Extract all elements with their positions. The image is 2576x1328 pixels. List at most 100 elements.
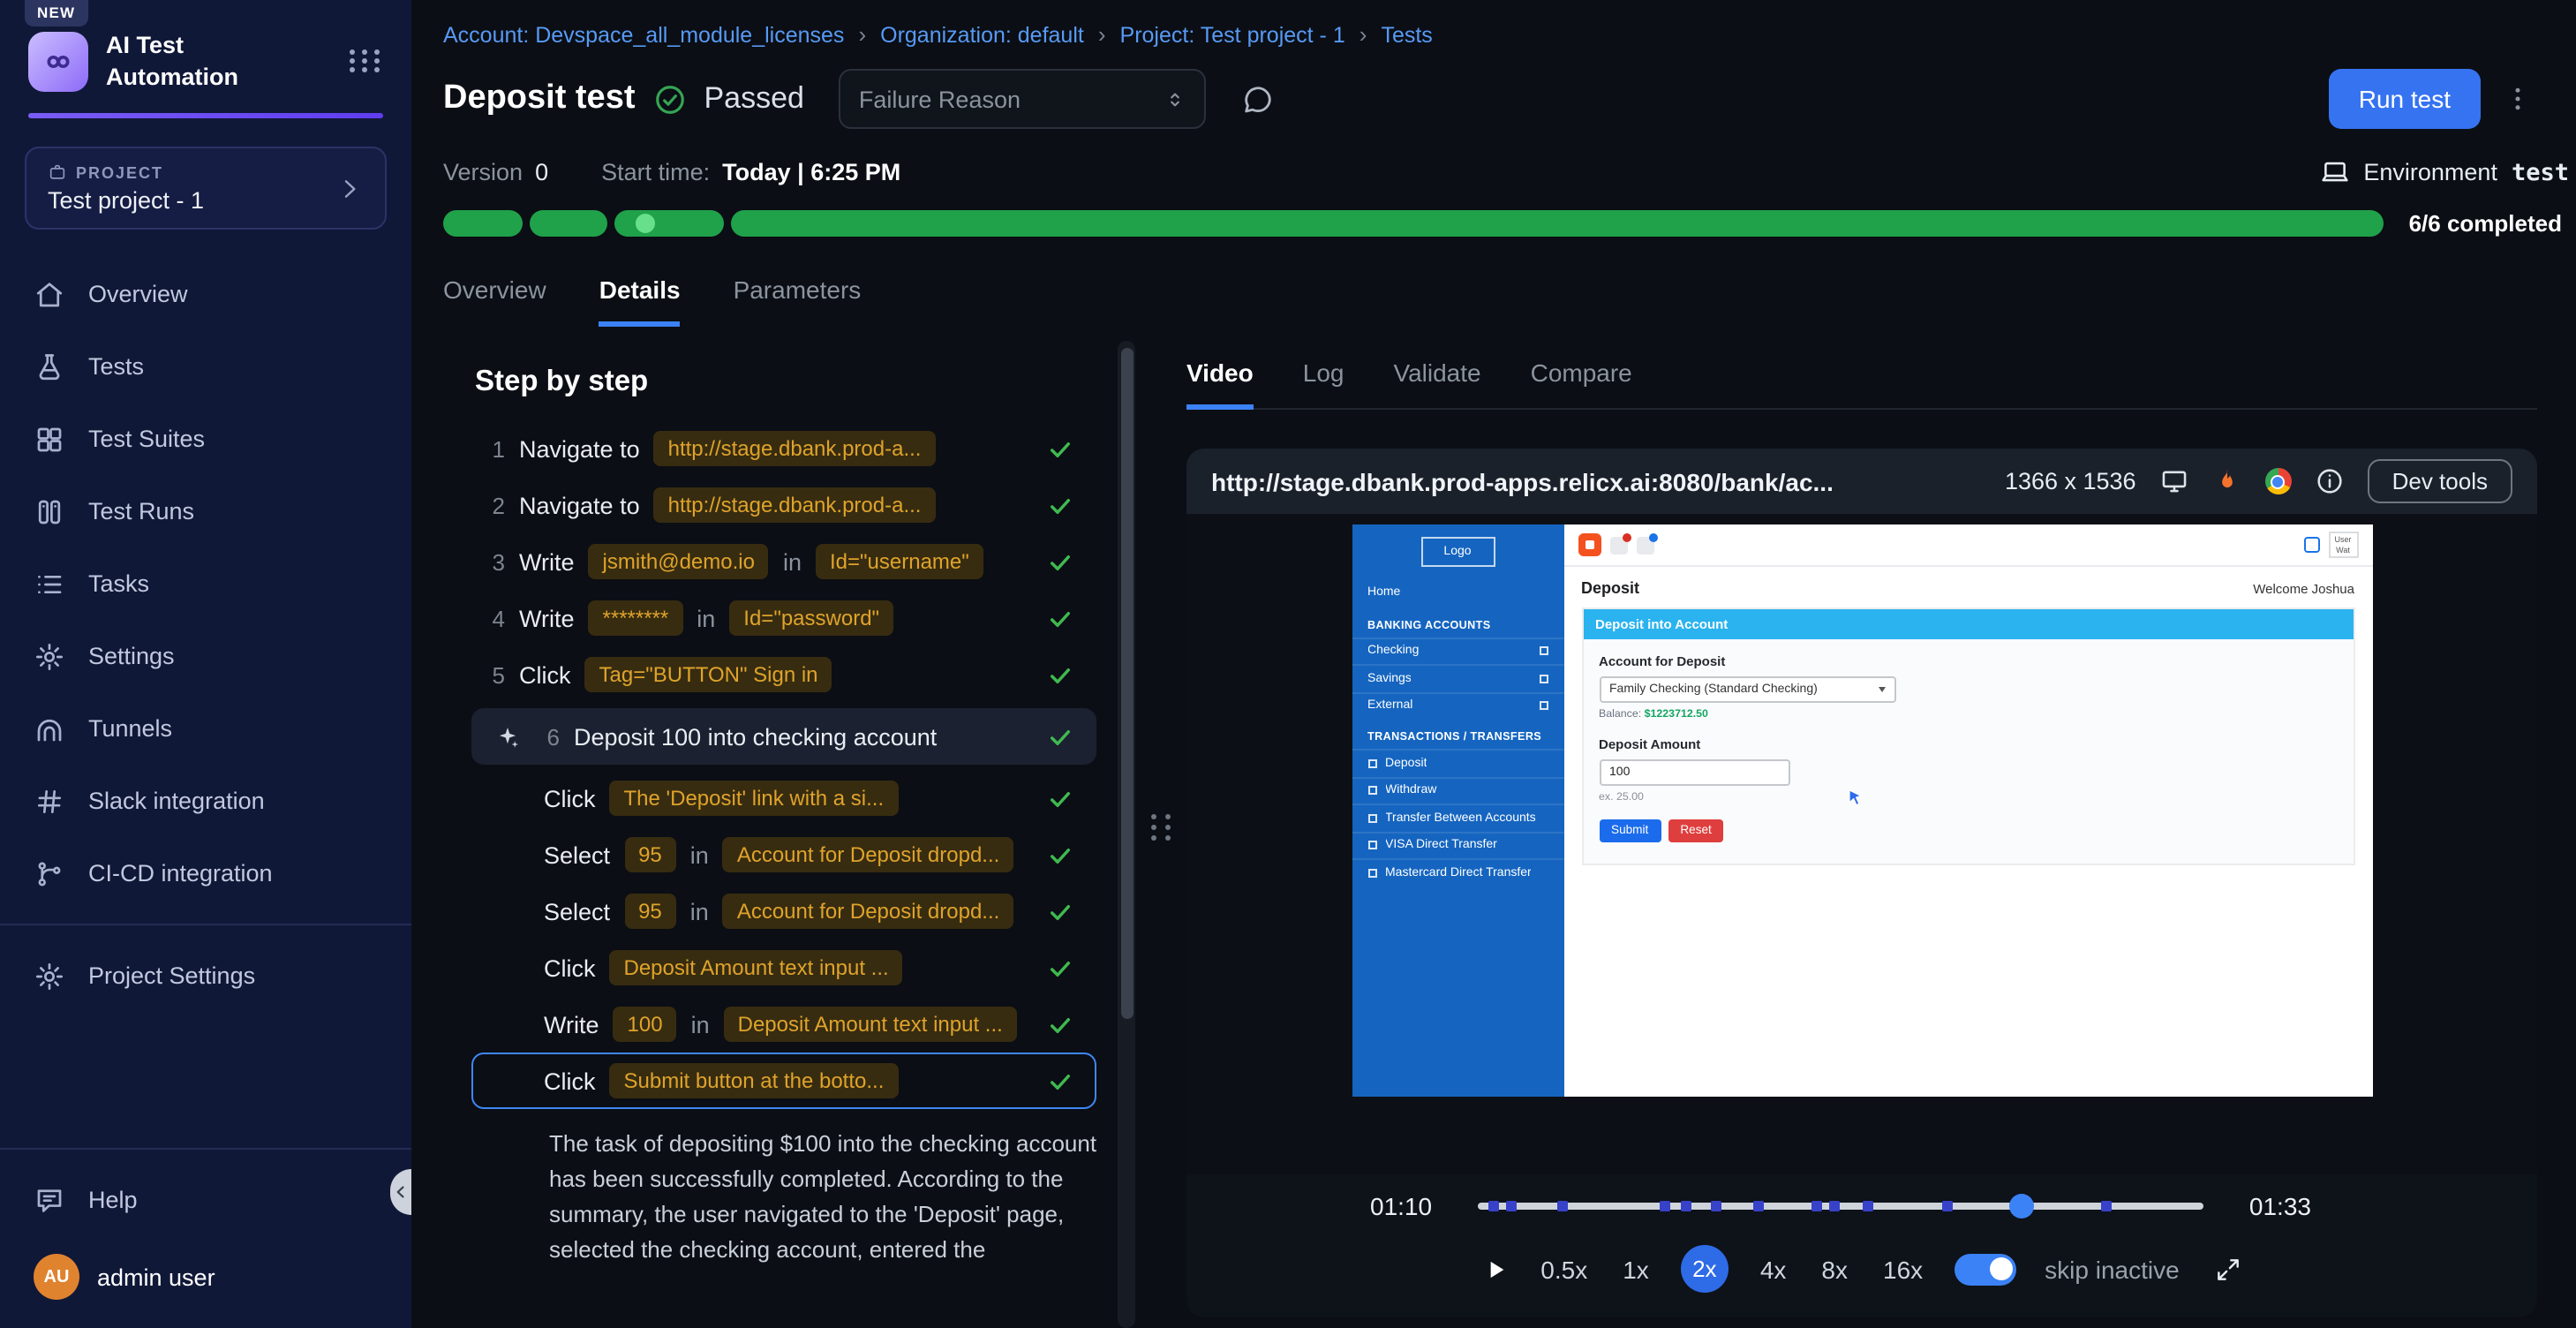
caret-down-icon — [1878, 687, 1885, 692]
account-for-deposit-select[interactable]: Family Checking (Standard Checking) — [1599, 676, 1895, 703]
panel-resize-handle[interactable] — [1139, 327, 1186, 1328]
checkbox-icon[interactable] — [1539, 702, 1548, 711]
sidebar-item-overview[interactable]: Overview — [0, 258, 411, 330]
kebab-menu-icon[interactable] — [2502, 83, 2534, 115]
monitor-icon[interactable] — [2159, 466, 2189, 496]
sidebar-item-help[interactable]: Help — [0, 1164, 411, 1236]
extension-icon[interactable] — [1636, 536, 1653, 554]
failure-reason-select[interactable]: Failure Reason — [840, 69, 1207, 129]
sidebar-item-tunnels[interactable]: Tunnels — [0, 692, 411, 765]
progress-text: 6/6 completed — [2409, 210, 2562, 237]
step-row[interactable]: Select95inAccount for Deposit dropd... — [471, 826, 1096, 883]
deposit-amount-input[interactable]: 100 — [1599, 759, 1789, 786]
tab-details[interactable]: Details — [599, 275, 681, 327]
sidebar-item-ci-cd-integration[interactable]: CI-CD integration — [0, 837, 411, 909]
breadcrumb-link[interactable]: Organization: default — [880, 22, 1084, 47]
video-tab-log[interactable]: Log — [1303, 358, 1344, 410]
check-icon — [1047, 548, 1073, 575]
video-stage[interactable]: Logo HomeBANKING ACCOUNTSCheckingSavings… — [1186, 514, 2537, 1174]
bank-nav-checking[interactable]: Checking — [1352, 637, 1563, 664]
content-split: Step by step 1Navigate tohttp://stage.db… — [411, 327, 2576, 1328]
bookmark-icon[interactable] — [2303, 537, 2319, 553]
step-row[interactable]: 2Navigate tohttp://stage.dbank.prod-a... — [471, 477, 1096, 533]
step-summary: The task of depositing $100 into the che… — [549, 1127, 1121, 1269]
scrollbar[interactable] — [1118, 341, 1135, 1328]
run-test-button[interactable]: Run test — [2329, 69, 2481, 129]
bank-nav-deposit[interactable]: Deposit — [1352, 749, 1563, 776]
speed-0-5x[interactable]: 0.5x — [1537, 1255, 1591, 1283]
sidebar-item-tasks[interactable]: Tasks — [0, 547, 411, 620]
speed-1x[interactable]: 1x — [1619, 1255, 1653, 1283]
avatar: AU — [34, 1254, 79, 1300]
apps-grid-icon[interactable] — [350, 49, 383, 72]
timeline-handle[interactable] — [2009, 1194, 2034, 1219]
select-updown-icon — [1164, 87, 1187, 110]
step-group-header[interactable]: 6Deposit 100 into checking account — [471, 708, 1096, 765]
step-row[interactable]: 1Navigate tohttp://stage.dbank.prod-a... — [471, 420, 1096, 477]
bank-nav-mastercard-direct-transfer[interactable]: Mastercard Direct Transfer — [1352, 858, 1563, 886]
speed-4x[interactable]: 4x — [1757, 1255, 1790, 1283]
video-tab-compare[interactable]: Compare — [1531, 358, 1632, 410]
play-icon[interactable] — [1480, 1255, 1509, 1283]
start-time-label: Start time: — [601, 159, 710, 185]
bank-nav-transfer-between-accounts[interactable]: Transfer Between Accounts — [1352, 804, 1563, 831]
reset-button[interactable]: Reset — [1668, 819, 1724, 842]
step-row[interactable]: 3Writejsmith@demo.ioinId="username" — [471, 533, 1096, 590]
comment-icon[interactable] — [1242, 82, 1276, 116]
speed-2x[interactable]: 2x — [1681, 1245, 1729, 1293]
step-row[interactable]: Select95inAccount for Deposit dropd... — [471, 883, 1096, 939]
sidebar-item-slack-integration[interactable]: Slack integration — [0, 765, 411, 837]
breadcrumb-link[interactable]: Tests — [1381, 22, 1432, 47]
tasks-icon — [34, 568, 65, 600]
extension-icon[interactable] — [1609, 536, 1627, 554]
bank-nav-home[interactable]: Home — [1352, 579, 1563, 607]
bank-nav-withdraw[interactable]: Withdraw — [1352, 776, 1563, 804]
bank-nav-external[interactable]: External — [1352, 691, 1563, 719]
timeline-track[interactable] — [1478, 1203, 2203, 1210]
progress-bar — [443, 210, 2384, 237]
sidebar-nav: OverviewTestsTest SuitesTest RunsTasksSe… — [0, 258, 411, 909]
user-menu[interactable]: AU admin user — [0, 1236, 411, 1328]
step-row[interactable]: 4Write********inId="password" — [471, 590, 1096, 646]
bank-topbar: User Wat — [1563, 524, 2372, 567]
skip-inactive-toggle[interactable] — [1955, 1253, 2016, 1285]
step-list: 1Navigate tohttp://stage.dbank.prod-a...… — [471, 420, 1139, 1109]
sidebar-item-tests[interactable]: Tests — [0, 330, 411, 403]
sidebar-item-test-runs[interactable]: Test Runs — [0, 475, 411, 547]
speed-16x[interactable]: 16x — [1879, 1255, 1926, 1283]
chrome-icon[interactable] — [2265, 468, 2292, 494]
checkbox-icon[interactable] — [1539, 647, 1548, 656]
bank-main: User Wat Deposit Welcome Joshua — [1563, 524, 2372, 1097]
project-selector[interactable]: PROJECT Test project - 1 — [25, 147, 387, 230]
checkbox-icon[interactable] — [1539, 675, 1548, 683]
scrollbar-thumb[interactable] — [1120, 348, 1133, 1019]
video-tab-video[interactable]: Video — [1186, 358, 1254, 410]
progress-segment — [731, 210, 2384, 237]
submit-button[interactable]: Submit — [1599, 819, 1661, 842]
video-tab-validate[interactable]: Validate — [1393, 358, 1480, 410]
step-row[interactable]: ClickThe 'Deposit' link with a si... — [471, 770, 1096, 826]
breadcrumb-separator: › — [1360, 21, 1367, 48]
tab-overview[interactable]: Overview — [443, 275, 546, 327]
step-row[interactable]: Write100inDeposit Amount text input ... — [471, 996, 1096, 1053]
bank-user-avatar[interactable]: User Wat — [2328, 532, 2358, 558]
breadcrumb-link[interactable]: Account: Devspace_all_module_licenses — [443, 22, 844, 47]
speed-8x[interactable]: 8x — [1818, 1255, 1851, 1283]
tab-parameters[interactable]: Parameters — [734, 275, 862, 327]
check-icon — [1047, 605, 1073, 631]
bank-nav-visa-direct-transfer[interactable]: VISA Direct Transfer — [1352, 831, 1563, 858]
breadcrumb-link[interactable]: Project: Test project - 1 — [1120, 22, 1345, 47]
step-row[interactable]: ClickSubmit button at the botto... — [471, 1053, 1096, 1109]
devtools-button[interactable]: Dev tools — [2368, 459, 2512, 503]
project-icon — [48, 162, 67, 182]
fullscreen-icon[interactable] — [2215, 1255, 2243, 1283]
bank-nav-savings[interactable]: Savings — [1352, 664, 1563, 691]
flame-icon[interactable] — [2212, 466, 2242, 496]
info-icon[interactable] — [2315, 466, 2345, 496]
step-row[interactable]: ClickDeposit Amount text input ... — [471, 939, 1096, 996]
sidebar-item-settings[interactable]: Settings — [0, 620, 411, 692]
step-row[interactable]: 5ClickTag="BUTTON" Sign in — [471, 646, 1096, 703]
sidebar-item-project-settings[interactable]: Project Settings — [0, 939, 411, 1012]
record-icon[interactable] — [1578, 533, 1601, 556]
sidebar-item-test-suites[interactable]: Test Suites — [0, 403, 411, 475]
